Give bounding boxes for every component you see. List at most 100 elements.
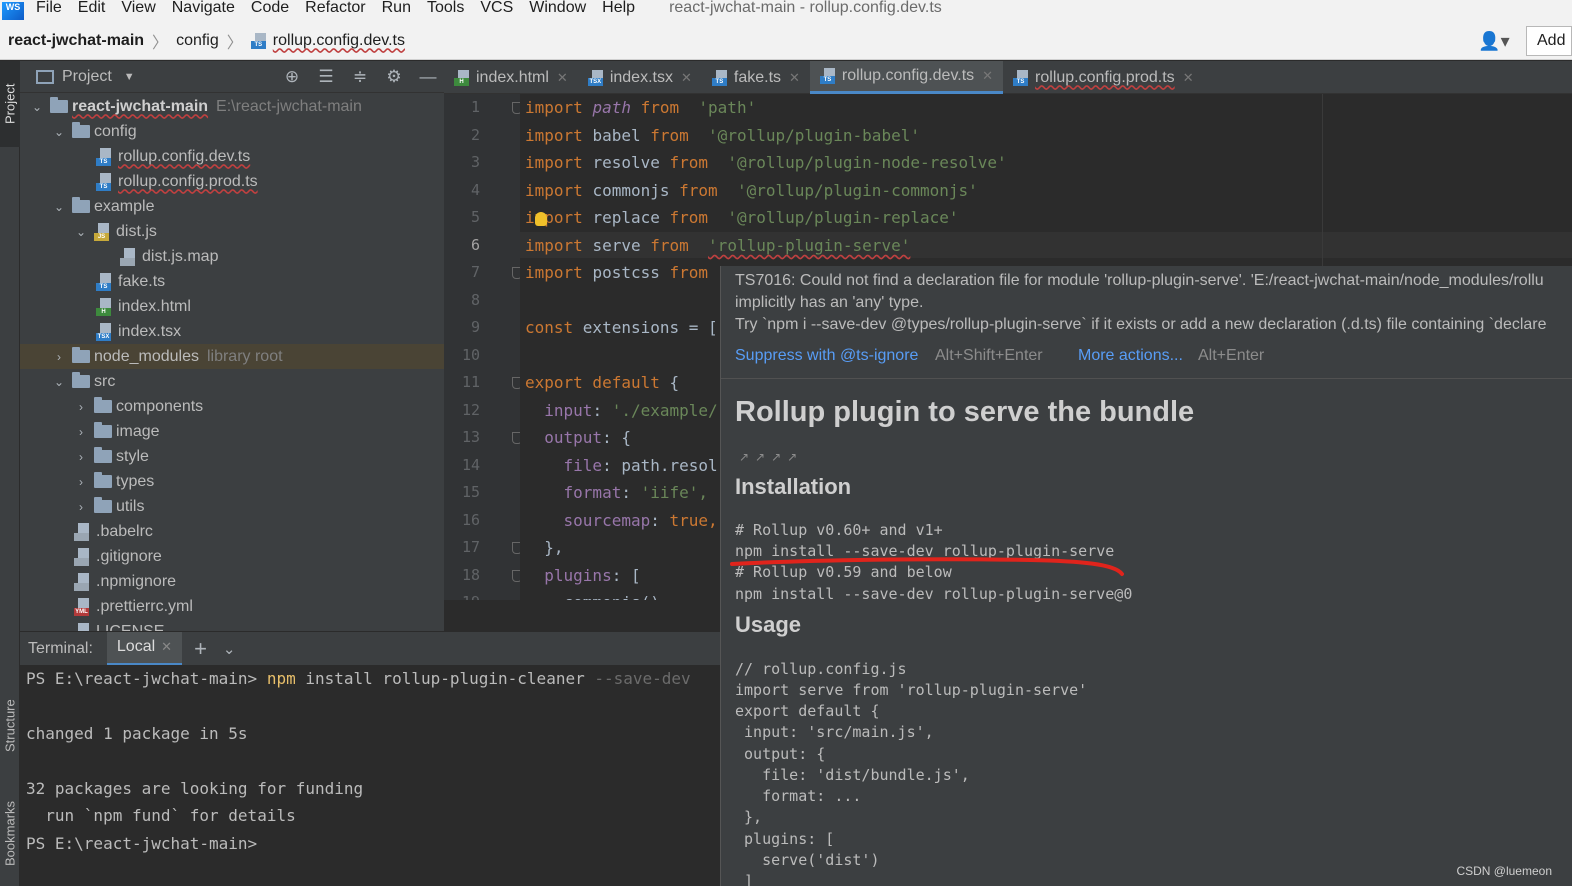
doc-code-line: format: ...	[735, 787, 862, 805]
close-tab-icon[interactable]: ✕	[789, 70, 800, 86]
tree-row-gitignore[interactable]: .gitignore	[20, 544, 444, 569]
menu-file[interactable]: File	[36, 0, 62, 17]
close-tab-icon[interactable]: ✕	[681, 70, 692, 86]
fold-marker-icon[interactable]	[512, 377, 520, 389]
tree-row-node-modules[interactable]: › node_modules library root	[20, 344, 444, 369]
tree-row-image[interactable]: › image	[20, 419, 444, 444]
collapse-all-icon[interactable]: ≑	[350, 67, 370, 87]
breadcrumb-folder[interactable]: config	[176, 32, 219, 50]
line-number: 15	[461, 483, 480, 501]
breadcrumb-project[interactable]: react-jwchat-main	[8, 32, 144, 50]
menu-view[interactable]: View	[121, 0, 155, 17]
terminal-output[interactable]: PS E:\react-jwchat-main> npm install rol…	[20, 665, 720, 886]
intention-bulb-icon[interactable]	[535, 212, 547, 226]
tree-row-dist-js[interactable]: ⌄ JS dist.js	[20, 219, 444, 244]
bookmarks-tool-button[interactable]: Bookmarks	[0, 783, 20, 883]
tree-row-npmignore[interactable]: .npmignore	[20, 569, 444, 594]
menu-vcs[interactable]: VCS	[480, 0, 513, 17]
tree-row-index-tsx[interactable]: TSX index.tsx	[20, 319, 444, 344]
structure-tool-button[interactable]: Structure	[0, 681, 20, 771]
fold-marker-icon[interactable]	[512, 570, 520, 582]
tree-row-babelrc[interactable]: .babelrc	[20, 519, 444, 544]
tree-row-types[interactable]: › types	[20, 469, 444, 494]
html-file-icon: H	[96, 297, 114, 316]
editor-horizontal-area	[444, 600, 720, 631]
project-tool-button[interactable]: Project	[0, 61, 20, 147]
tree-row-rollup-prod[interactable]: TS rollup.config.prod.ts	[20, 169, 444, 194]
fold-marker-icon[interactable]	[512, 102, 520, 114]
close-tab-icon[interactable]: ✕	[557, 70, 568, 86]
tab-rollup-config-dev[interactable]: TS rollup.config.dev.ts ✕	[809, 61, 1004, 94]
tree-row-example[interactable]: ⌄ example	[20, 194, 444, 219]
tree-row-components[interactable]: › components	[20, 394, 444, 419]
tree-row-utils[interactable]: › utils	[20, 494, 444, 519]
doc-code-line: serve('dist')	[735, 851, 880, 869]
tree-row-src[interactable]: ⌄ src	[20, 369, 444, 394]
tab-label: index.tsx	[609, 68, 673, 86]
tree-row-fake-ts[interactable]: TS fake.ts	[20, 269, 444, 294]
menu-help[interactable]: Help	[602, 0, 635, 17]
tab-label: rollup.config.dev.ts	[841, 67, 975, 84]
menu-run[interactable]: Run	[382, 0, 411, 17]
tree-row-style[interactable]: › style	[20, 444, 444, 469]
doc-code-line: npm install --save-dev rollup-plugin-ser…	[735, 585, 1133, 603]
settings-gear-icon[interactable]: ⚙	[384, 67, 404, 87]
tree-row-license[interactable]: LICENSE	[20, 619, 444, 631]
shortcut-hint: Alt+Enter	[1198, 347, 1265, 364]
locate-file-icon[interactable]: ⊕	[282, 67, 302, 87]
tree-row-prettierrc[interactable]: YML .prettierrc.yml	[20, 594, 444, 619]
close-tab-icon[interactable]: ✕	[161, 639, 172, 655]
new-terminal-plus-icon[interactable]: +	[194, 636, 207, 662]
tab-fake-ts[interactable]: TS fake.ts ✕	[702, 61, 810, 94]
tab-rollup-config-prod[interactable]: TS rollup.config.prod.ts ✕	[1003, 61, 1204, 94]
tree-row-config[interactable]: ⌄ config	[20, 119, 444, 144]
folder-icon	[94, 422, 112, 438]
code-line: sourcemap: true,	[525, 511, 718, 530]
terminal-tab-label: Local	[116, 638, 156, 655]
ignore-file-icon	[74, 547, 92, 566]
tree-item-label: index.html	[118, 297, 191, 315]
fold-marker-icon[interactable]	[512, 542, 520, 554]
doc-code-line: # Rollup v0.60+ and v1+	[735, 521, 943, 539]
folder-icon	[94, 397, 112, 413]
menu-refactor[interactable]: Refactor	[305, 0, 365, 17]
menu-navigate[interactable]: Navigate	[172, 0, 235, 17]
tree-item-label: index.tsx	[118, 322, 182, 340]
fold-marker-icon[interactable]	[512, 432, 520, 444]
expanded-chevron-icon: ⌄	[53, 124, 65, 139]
menu-tools[interactable]: Tools	[427, 0, 464, 17]
fold-marker-icon[interactable]	[512, 267, 520, 279]
project-panel: Project ▼ ⊕ ☰ ≑ ⚙ — ⌄ react-jwchat-main …	[20, 61, 444, 631]
tree-row-index-html[interactable]: H index.html	[20, 294, 444, 319]
more-actions-link[interactable]: More actions...	[1078, 347, 1183, 365]
close-tab-icon[interactable]: ✕	[982, 68, 993, 84]
terminal-tab-local[interactable]: Local ✕	[106, 631, 183, 666]
tree-row-rollup-dev[interactable]: TS rollup.config.dev.ts	[20, 144, 444, 169]
project-view-selector[interactable]: Project ▼	[36, 68, 135, 86]
hide-panel-icon[interactable]: —	[418, 67, 438, 87]
expand-all-icon[interactable]: ☰	[316, 67, 336, 87]
breadcrumb-file[interactable]: rollup.config.dev.ts	[273, 32, 405, 50]
navigation-bar: react-jwchat-main 〉 config 〉 TS rollup.c…	[0, 22, 1572, 60]
suppress-ts-ignore-link[interactable]: Suppress with @ts-ignore	[735, 347, 918, 365]
tab-index-tsx[interactable]: TSX index.tsx ✕	[578, 61, 702, 94]
folder-icon	[72, 122, 90, 138]
tree-row-dist-map[interactable]: dist.js.map	[20, 244, 444, 269]
line-number: 12	[461, 401, 480, 419]
menu-code[interactable]: Code	[251, 0, 289, 17]
code-line: import replace from '@rollup/plugin-repl…	[525, 208, 959, 227]
menu-window[interactable]: Window	[529, 0, 586, 17]
red-underline-annotation	[730, 557, 1124, 576]
tree-item-label: .npmignore	[96, 572, 177, 590]
chevron-down-icon[interactable]: ⌄	[223, 640, 236, 658]
close-tab-icon[interactable]: ✕	[1183, 70, 1194, 86]
tab-label: rollup.config.prod.ts	[1035, 68, 1175, 86]
user-account-icon[interactable]: 👤▾	[1474, 27, 1514, 55]
shortcut-hint: Alt+Shift+Enter	[935, 347, 1043, 364]
menu-edit[interactable]: Edit	[78, 0, 106, 17]
add-configuration-button[interactable]: Add	[1526, 26, 1572, 56]
project-window-icon	[36, 69, 54, 84]
line-number-current: 6	[470, 236, 480, 254]
tree-root-row[interactable]: ⌄ react-jwchat-main E:\react-jwchat-main	[20, 94, 444, 119]
tab-index-html[interactable]: H index.html ✕	[444, 61, 578, 94]
